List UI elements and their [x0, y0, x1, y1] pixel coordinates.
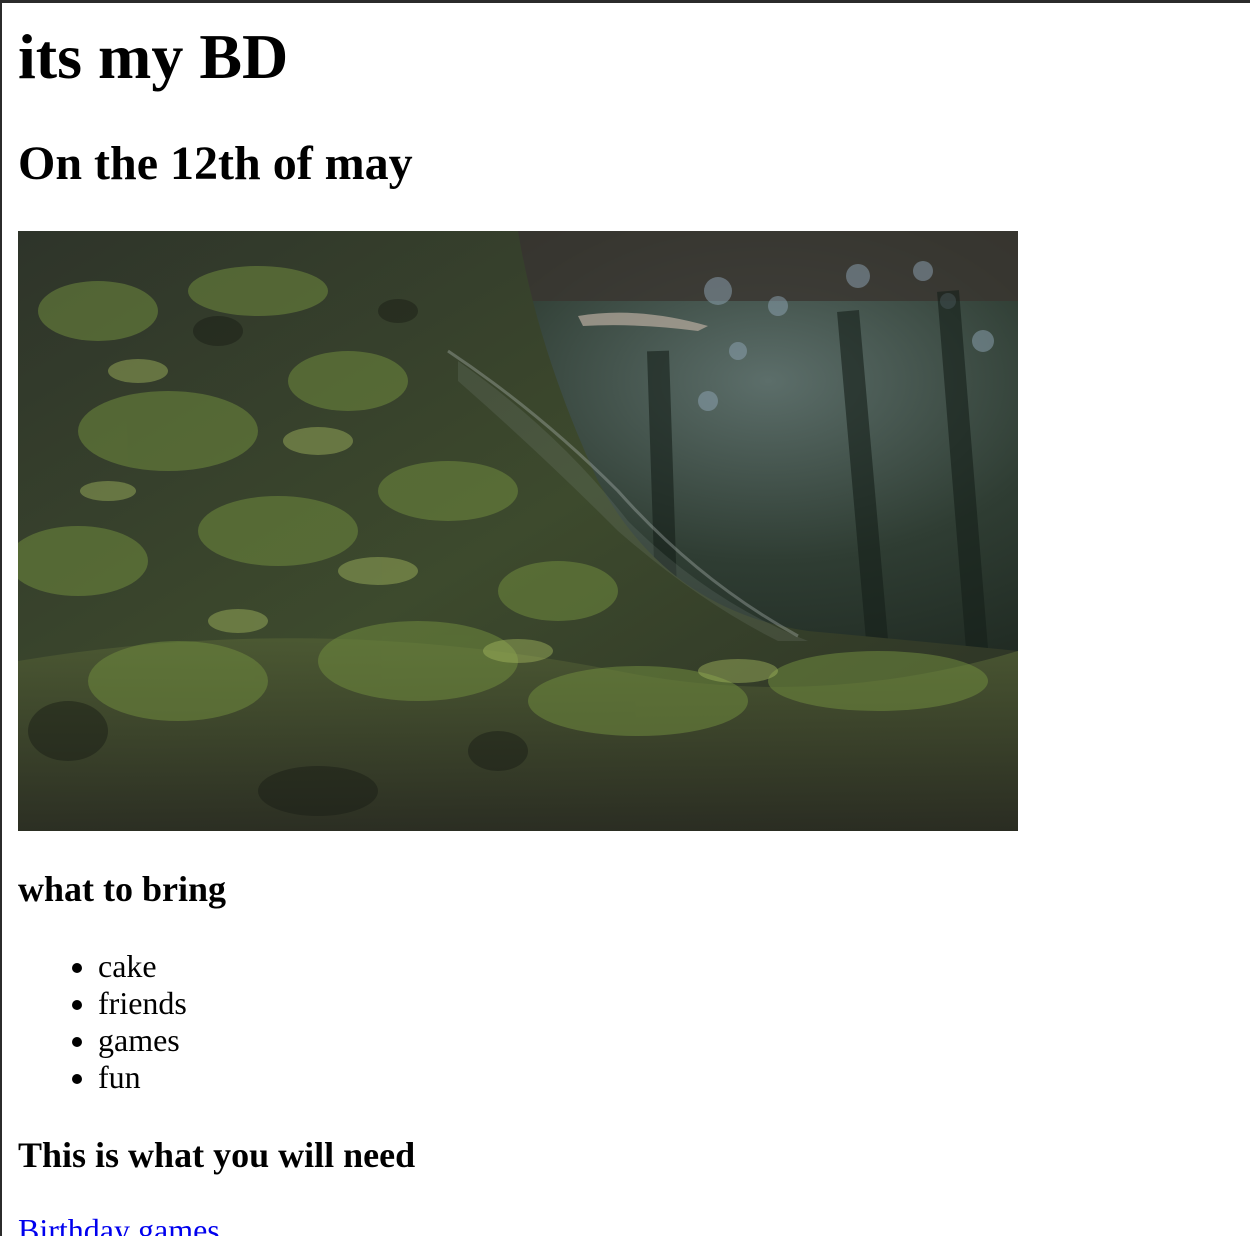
- list-item: fun: [98, 1059, 187, 1096]
- birthday-games-link[interactable]: Birthday games: [18, 1212, 220, 1236]
- list-item: friends: [98, 985, 187, 1022]
- list-item: cake: [98, 948, 187, 985]
- date-heading: On the 12th of may: [18, 137, 413, 190]
- window-frame-top: [0, 0, 1250, 3]
- window-frame-left: [0, 0, 2, 1236]
- page-title: its my BD: [18, 21, 289, 92]
- what-you-will-need-heading: This is what you will need: [18, 1135, 416, 1175]
- mossy-tree-photo: [18, 231, 1018, 831]
- bring-list: cake friends games fun: [18, 948, 187, 1096]
- what-to-bring-heading: what to bring: [18, 869, 227, 909]
- list-item: games: [98, 1022, 187, 1059]
